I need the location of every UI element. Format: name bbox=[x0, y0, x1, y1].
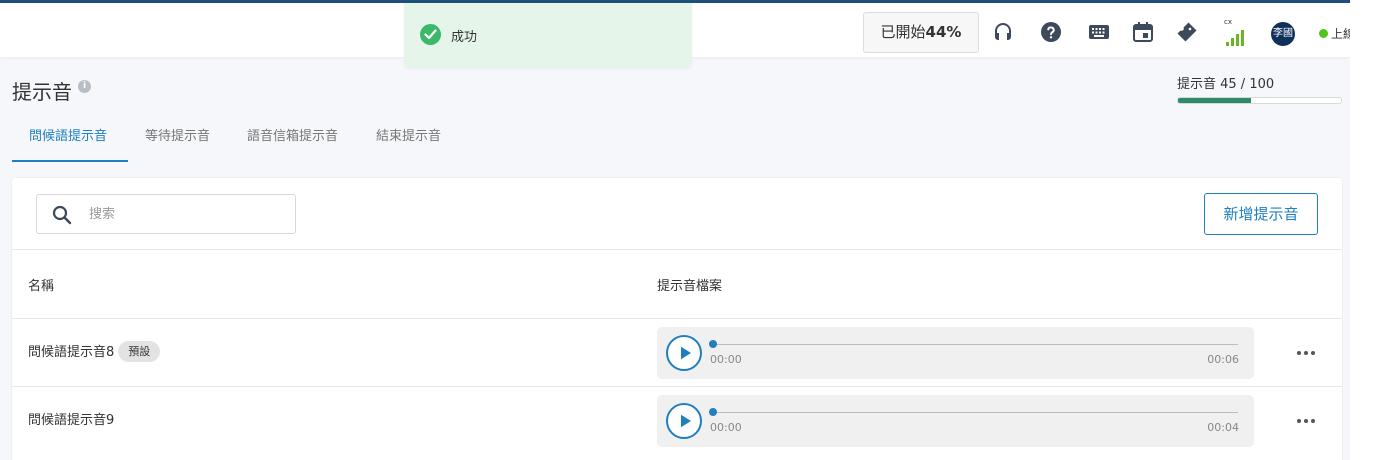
prompt-list-card: 新增提示音 名稱 提示音檔案 問候語提示音8預設 00:00 00:06 問候語… bbox=[12, 178, 1342, 460]
table-row: 問候語提示音9 00:00 00:04 bbox=[12, 387, 1342, 455]
dot bbox=[1297, 419, 1301, 423]
progress-track[interactable] bbox=[712, 344, 1238, 345]
toast-message: 成功 bbox=[451, 30, 478, 45]
signal-bar bbox=[1241, 30, 1244, 46]
tab-voicemail[interactable]: 語音信箱提示音 bbox=[247, 118, 338, 162]
progress-handle[interactable] bbox=[709, 408, 717, 416]
tab-waiting[interactable]: 等待提示音 bbox=[145, 118, 210, 162]
status-text: 上線 bbox=[1331, 27, 1350, 41]
dot bbox=[1311, 351, 1315, 355]
duration: 00:04 bbox=[1207, 421, 1239, 434]
prompt-name-cell: 問候語提示音9 bbox=[28, 409, 114, 428]
ticket-icon[interactable] bbox=[1175, 20, 1199, 44]
audio-player: 00:00 00:04 bbox=[657, 395, 1254, 447]
user-avatar[interactable]: 李國 bbox=[1271, 22, 1295, 46]
check-circle-icon bbox=[420, 24, 441, 45]
more-options-icon[interactable] bbox=[1296, 411, 1316, 431]
search-box[interactable] bbox=[36, 194, 296, 234]
signal-icon: cx bbox=[1224, 18, 1248, 46]
app: 已開始44% cx 李國 上線 成功 提示音 i 提示音 45 / 100 問候… bbox=[0, 0, 1350, 460]
headset-icon[interactable] bbox=[991, 20, 1015, 44]
quota-track bbox=[1177, 97, 1342, 104]
more-options-icon[interactable] bbox=[1296, 343, 1316, 363]
keyboard-icon[interactable] bbox=[1087, 20, 1111, 44]
audio-player: 00:00 00:06 bbox=[657, 327, 1254, 379]
tab-greeting[interactable]: 問候語提示音 bbox=[12, 118, 128, 162]
signal-label: cx bbox=[1224, 18, 1232, 26]
column-header-file: 提示音檔案 bbox=[657, 279, 723, 294]
calendar-icon[interactable] bbox=[1131, 20, 1155, 44]
online-status[interactable]: 上線 bbox=[1319, 25, 1350, 42]
prompt-name: 問候語提示音8 bbox=[28, 345, 115, 360]
signal-bar bbox=[1236, 34, 1239, 46]
dot bbox=[1304, 419, 1308, 423]
started-progress-button[interactable]: 已開始44% bbox=[863, 12, 979, 53]
current-time: 00:00 bbox=[710, 353, 742, 366]
quota-fill bbox=[1178, 98, 1252, 103]
started-prefix: 已開始 bbox=[880, 23, 926, 41]
signal-bar bbox=[1226, 42, 1229, 46]
success-toast: 成功 bbox=[404, 3, 692, 68]
started-percent: 44% bbox=[925, 23, 962, 41]
info-icon[interactable]: i bbox=[78, 80, 91, 93]
quota-indicator: 提示音 45 / 100 bbox=[1177, 73, 1342, 104]
play-button[interactable] bbox=[666, 403, 702, 439]
duration: 00:06 bbox=[1207, 353, 1239, 366]
prompt-name: 問候語提示音9 bbox=[28, 413, 115, 428]
current-time: 00:00 bbox=[710, 421, 742, 434]
search-icon bbox=[52, 205, 72, 225]
prompt-name-cell: 問候語提示音8 預設 bbox=[28, 341, 161, 362]
help-icon[interactable] bbox=[1039, 20, 1063, 44]
progress-track[interactable] bbox=[712, 412, 1238, 413]
signal-bar bbox=[1231, 38, 1234, 46]
search-input[interactable] bbox=[89, 204, 279, 224]
tab-ending[interactable]: 結束提示音 bbox=[376, 118, 441, 162]
quota-label: 提示音 45 / 100 bbox=[1177, 77, 1275, 92]
online-dot bbox=[1319, 29, 1328, 38]
column-header-name: 名稱 bbox=[28, 279, 55, 294]
add-prompt-button[interactable]: 新增提示音 bbox=[1204, 193, 1318, 235]
dot bbox=[1311, 419, 1315, 423]
default-badge: 預設 bbox=[118, 341, 161, 362]
divider bbox=[12, 249, 1342, 250]
table-row: 問候語提示音8 預設 00:00 00:06 bbox=[12, 319, 1342, 387]
progress-handle[interactable] bbox=[709, 340, 717, 348]
dot bbox=[1297, 351, 1301, 355]
page-title: 提示音 bbox=[12, 80, 72, 104]
play-button[interactable] bbox=[666, 335, 702, 371]
dot bbox=[1304, 351, 1308, 355]
